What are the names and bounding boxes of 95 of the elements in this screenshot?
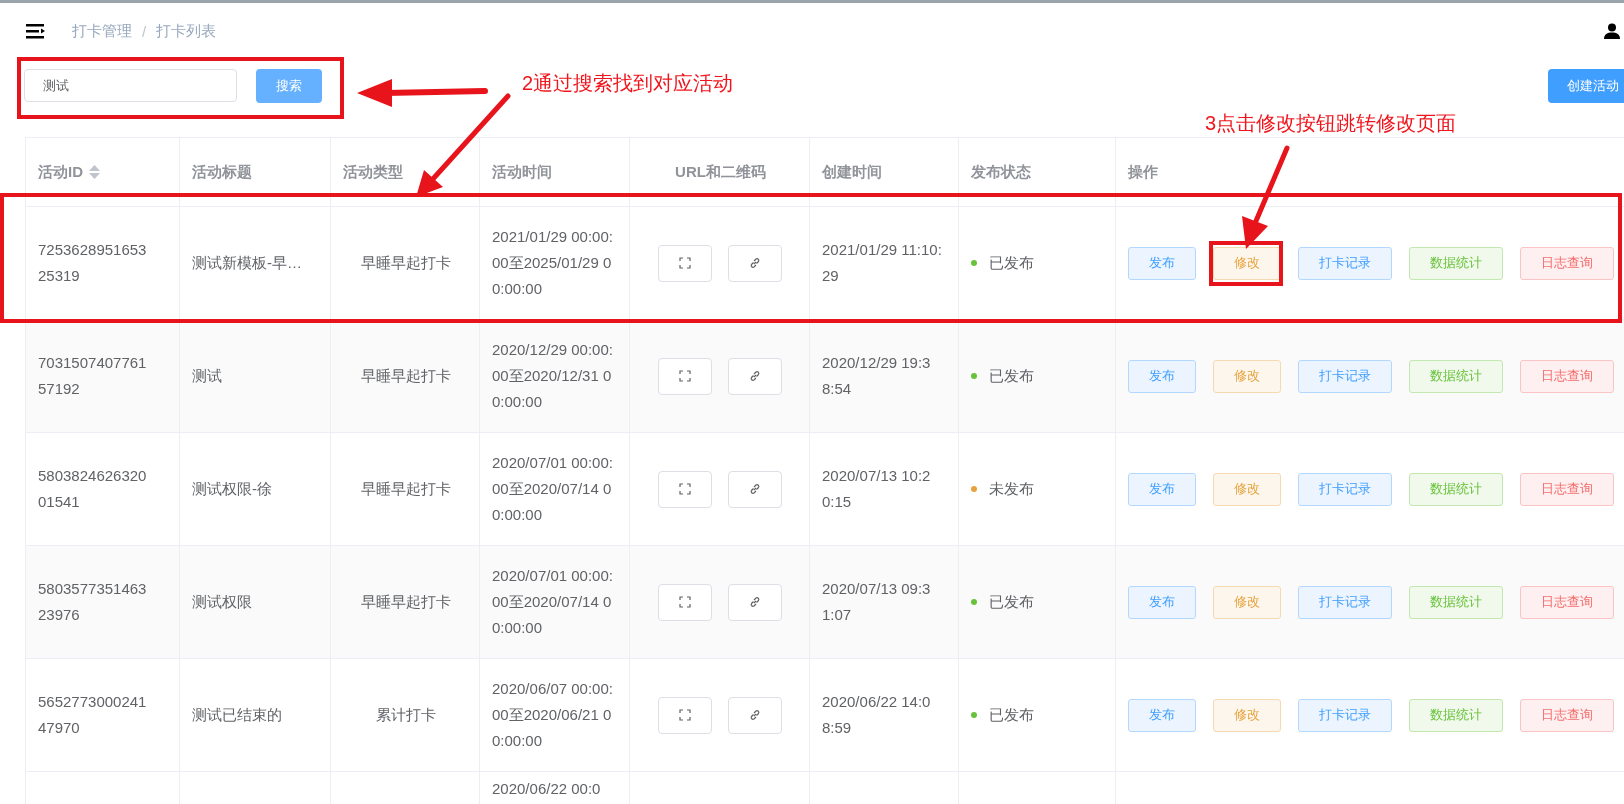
created-time-cell-text: 2020/07/13 10:20:15 bbox=[822, 466, 932, 512]
column-header: 操作 bbox=[1128, 162, 1158, 182]
link-button[interactable] bbox=[728, 470, 782, 508]
activity-time-cell-text: 2020/07/01 00:00:00至2020/07/14 00:00:00 bbox=[492, 566, 613, 638]
action-button[interactable]: 修改 bbox=[1213, 585, 1281, 619]
action-button[interactable]: 打卡记录 bbox=[1298, 585, 1392, 619]
scan-frame-icon bbox=[679, 709, 691, 721]
link-icon bbox=[749, 370, 761, 382]
scan-frame-icon bbox=[679, 257, 691, 269]
action-button[interactable]: 修改 bbox=[1213, 359, 1281, 393]
annotation-text: 2通过搜索找到对应活动 bbox=[522, 71, 734, 96]
action-button[interactable]: 发布 bbox=[1128, 585, 1196, 619]
link-button[interactable] bbox=[728, 244, 782, 282]
link-icon bbox=[749, 257, 761, 269]
action-button[interactable]: 修改 bbox=[1213, 472, 1281, 506]
action-button[interactable]: 打卡记录 bbox=[1298, 472, 1392, 506]
link-button[interactable] bbox=[728, 583, 782, 621]
created-time-cell-text: 2020/07/13 09:31:07 bbox=[822, 579, 932, 625]
qr-code-button[interactable] bbox=[658, 244, 712, 282]
activity-id-cell-text: 565277300024147970 bbox=[38, 692, 148, 738]
activity-type-cell-text: 早睡早起打卡 bbox=[361, 366, 451, 386]
activity-type-cell-text: 早睡早起打卡 bbox=[361, 592, 451, 612]
activity-id-cell-text: 703150740776157192 bbox=[38, 353, 148, 399]
column-header: 创建时间 bbox=[822, 162, 882, 182]
status-text: 未发布 bbox=[989, 479, 1034, 499]
column-header: 活动ID bbox=[38, 162, 83, 182]
created-time-cell-text: 2021/01/29 11:10:29 bbox=[822, 240, 942, 286]
action-button[interactable]: 打卡记录 bbox=[1298, 246, 1392, 280]
activity-type-cell-text: 早睡早起打卡 bbox=[361, 479, 451, 499]
action-button[interactable]: 发布 bbox=[1128, 472, 1196, 506]
activity-title-cell-text: 测试 bbox=[192, 366, 222, 386]
column-header: 活动时间 bbox=[492, 162, 552, 182]
status-text: 已发布 bbox=[989, 705, 1034, 725]
column-header: 活动标题 bbox=[192, 162, 252, 182]
link-button[interactable] bbox=[728, 696, 782, 734]
created-time-cell-text: 2020/12/29 19:38:54 bbox=[822, 353, 932, 399]
action-button[interactable]: 发布 bbox=[1128, 698, 1196, 732]
qr-code-button[interactable] bbox=[658, 696, 712, 734]
action-button[interactable]: 数据统计 bbox=[1409, 472, 1503, 506]
action-button[interactable]: 数据统计 bbox=[1409, 585, 1503, 619]
column-header: 发布状态 bbox=[971, 162, 1031, 182]
action-button[interactable]: 日志查询 bbox=[1520, 472, 1614, 506]
link-icon bbox=[749, 596, 761, 608]
activity-time-cell-text: 2020/07/01 00:00:00至2020/07/14 00:00:00 bbox=[492, 453, 613, 525]
sort-icon[interactable] bbox=[89, 165, 100, 179]
menu-icon[interactable] bbox=[26, 23, 46, 39]
status-text: 已发布 bbox=[989, 253, 1034, 273]
activity-time-cell-text: 2020/06/07 00:00:00至2020/06/21 00:00:00 bbox=[492, 679, 613, 751]
activity-time-cell-text: 2020/06/22 00:0 bbox=[492, 779, 601, 799]
status-text: 已发布 bbox=[989, 366, 1034, 386]
action-button[interactable]: 打卡记录 bbox=[1298, 359, 1392, 393]
action-button[interactable]: 数据统计 bbox=[1409, 246, 1503, 280]
activity-id-cell-text: 580357735146323976 bbox=[38, 579, 148, 625]
breadcrumb-item[interactable]: 打卡管理 bbox=[72, 21, 132, 41]
action-button[interactable]: 日志查询 bbox=[1520, 359, 1614, 393]
action-button[interactable]: 修改 bbox=[1213, 698, 1281, 732]
action-button[interactable]: 数据统计 bbox=[1409, 359, 1503, 393]
action-button[interactable]: 数据统计 bbox=[1409, 698, 1503, 732]
activity-time-cell-text: 2021/01/29 00:00:00至2025/01/29 00:00:00 bbox=[492, 227, 613, 299]
breadcrumb-separator: / bbox=[142, 22, 147, 40]
qr-code-button[interactable] bbox=[658, 357, 712, 395]
action-button[interactable]: 修改 bbox=[1213, 246, 1281, 280]
activity-type-cell-text: 早睡早起打卡 bbox=[361, 253, 451, 273]
search-button[interactable]: 搜索 bbox=[256, 68, 322, 103]
link-icon bbox=[749, 483, 761, 495]
search-field[interactable]: 测试 bbox=[24, 69, 237, 102]
scan-frame-icon bbox=[679, 370, 691, 382]
link-icon bbox=[749, 709, 761, 721]
action-button[interactable]: 日志查询 bbox=[1520, 585, 1614, 619]
qr-code-button[interactable] bbox=[658, 470, 712, 508]
action-button[interactable]: 打卡记录 bbox=[1298, 698, 1392, 732]
action-button[interactable]: 发布 bbox=[1128, 359, 1196, 393]
action-button[interactable]: 日志查询 bbox=[1520, 698, 1614, 732]
column-header: URL和二维码 bbox=[675, 162, 766, 182]
create-activity-button[interactable]: 创建活动 bbox=[1548, 68, 1624, 103]
qr-code-button[interactable] bbox=[658, 583, 712, 621]
activity-title-cell-text: 测试权限 bbox=[192, 592, 252, 612]
action-button[interactable]: 日志查询 bbox=[1520, 246, 1614, 280]
activity-title-cell-text: 测试新模板-早… bbox=[192, 253, 302, 273]
action-button[interactable]: 发布 bbox=[1128, 246, 1196, 280]
created-time-cell-text: 2020/06/22 14:08:59 bbox=[822, 692, 932, 738]
user-icon[interactable] bbox=[1604, 23, 1620, 39]
link-button[interactable] bbox=[728, 357, 782, 395]
activity-title-cell-text: 测试权限-徐 bbox=[192, 479, 272, 499]
activity-id-cell-text: 580382462632001541 bbox=[38, 466, 148, 512]
scan-frame-icon bbox=[679, 596, 691, 608]
activity-id-cell-text: 725362895165325319 bbox=[38, 240, 148, 286]
column-header: 活动类型 bbox=[343, 162, 403, 182]
activity-title-cell-text: 测试已结束的 bbox=[192, 705, 282, 725]
annotation-text: 3点击修改按钮跳转修改页面 bbox=[1205, 111, 1457, 136]
status-text: 已发布 bbox=[989, 592, 1034, 612]
activity-type-cell-text: 累计打卡 bbox=[376, 705, 436, 725]
scan-frame-icon bbox=[679, 483, 691, 495]
breadcrumb-item: 打卡列表 bbox=[156, 21, 217, 41]
activity-time-cell-text: 2020/12/29 00:00:00至2020/12/31 00:00:00 bbox=[492, 340, 613, 412]
